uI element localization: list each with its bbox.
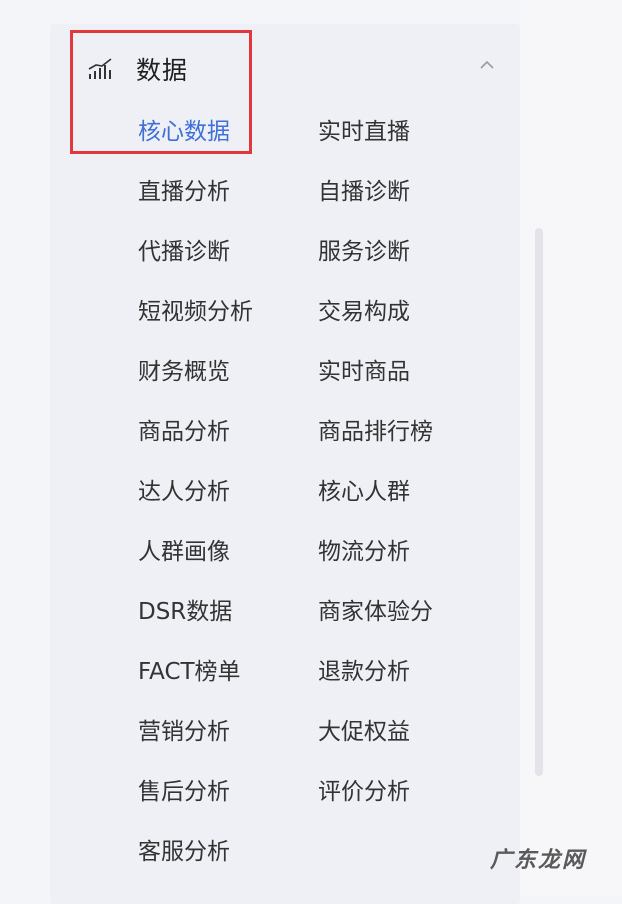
menu-item[interactable]: 商家体验分 xyxy=(318,590,498,650)
menu-item[interactable]: 大促权益 xyxy=(318,710,498,770)
menu-item[interactable]: 评价分析 xyxy=(318,770,498,830)
menu-item[interactable]: FACT榜单 xyxy=(138,650,318,710)
watermark: 广东龙网 xyxy=(489,848,586,873)
menu-item[interactable]: 营销分析 xyxy=(138,710,318,770)
menu-item[interactable]: 交易构成 xyxy=(318,290,498,350)
menu-item[interactable]: 服务诊断 xyxy=(318,230,498,290)
menu-item[interactable]: 商品排行榜 xyxy=(318,410,498,470)
menu-item[interactable]: 核心人群 xyxy=(318,470,498,530)
menu-item[interactable]: DSR数据 xyxy=(138,590,318,650)
menu-item[interactable]: 代播诊断 xyxy=(138,230,318,290)
menu-item[interactable]: 直播分析 xyxy=(138,170,318,230)
menu-item[interactable]: 短视频分析 xyxy=(138,290,318,350)
menu-item[interactable]: 人群画像 xyxy=(138,530,318,590)
menu-item[interactable]: 财务概览 xyxy=(138,350,318,410)
scrollbar[interactable] xyxy=(535,228,543,776)
menu-item[interactable]: 实时直播 xyxy=(318,110,498,170)
menu-item[interactable]: 售后分析 xyxy=(138,770,318,830)
menu-item[interactable]: 退款分析 xyxy=(318,650,498,710)
menu-item[interactable]: 商品分析 xyxy=(138,410,318,470)
chevron-up-icon[interactable] xyxy=(478,56,496,74)
menu-item[interactable]: 自播诊断 xyxy=(318,170,498,230)
menu-item[interactable]: 实时商品 xyxy=(318,350,498,410)
menu-item[interactable]: 物流分析 xyxy=(318,530,498,590)
menu-grid: 核心数据 实时直播 直播分析 自播诊断 代播诊断 服务诊断 短视频分析 交易构成 财务概览 实时商… xyxy=(138,110,498,890)
menu-item[interactable]: 达人分析 xyxy=(138,470,318,530)
menu-item[interactable]: 核心数据 xyxy=(138,110,318,170)
menu-item[interactable]: 客服分析 xyxy=(138,830,318,890)
